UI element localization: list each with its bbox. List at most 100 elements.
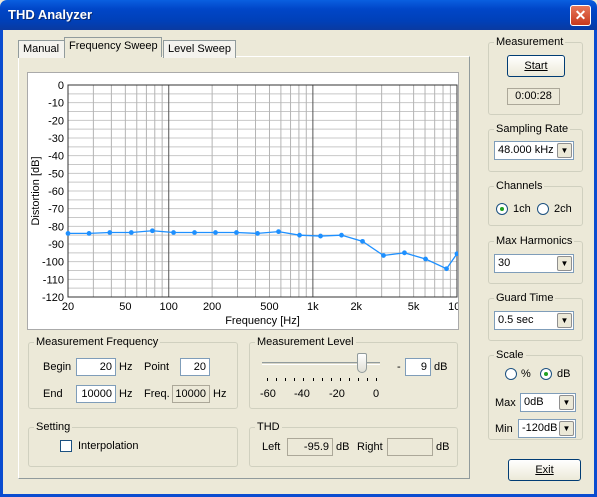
thd-right-readout: [387, 438, 433, 456]
channel-2ch-radio[interactable]: [537, 203, 549, 215]
interpolation-checkbox[interactable]: [60, 440, 72, 452]
scale-max-label: Max: [495, 397, 516, 409]
tab-frequency-sweep[interactable]: Frequency Sweep: [64, 37, 162, 57]
slider-tick: [303, 378, 305, 381]
data-point: [128, 230, 134, 235]
scale-max-value: 0dB: [524, 396, 544, 408]
channel-1ch-radio[interactable]: [496, 203, 508, 215]
sampling-rate-value: 48.000 kHz: [498, 144, 554, 156]
begin-label: Begin: [43, 361, 72, 373]
channel-1ch-label: 1ch: [513, 203, 531, 215]
x-tick-label: 20: [62, 301, 74, 313]
thd-title: THD: [255, 421, 282, 433]
tab-manual-label: Manual: [23, 43, 60, 55]
scale-max-select[interactable]: 0dB ▼: [520, 393, 576, 412]
tab-frequency-sweep-label: Frequency Sweep: [69, 40, 158, 52]
x-tick-label: 500: [260, 301, 278, 313]
y-tick-label: -30: [48, 133, 64, 145]
tab-level-sweep[interactable]: Level Sweep: [163, 40, 236, 58]
begin-input[interactable]: 20: [76, 358, 116, 376]
slider-tick: [330, 378, 332, 381]
y-tick-label: -110: [43, 274, 64, 286]
measurement-frequency-title: Measurement Frequency: [34, 336, 161, 348]
chevron-down-icon: ▼: [557, 256, 572, 271]
channel-2ch-label: 2ch: [554, 203, 572, 215]
data-point: [192, 230, 197, 235]
scale-min-value: -120dB: [522, 422, 558, 434]
x-tick-label: 100: [160, 301, 178, 313]
tab-level-sweep-label: Level Sweep: [168, 43, 231, 55]
distortion-chart: 0 -10 -20 -30 -40 -50 -60 -70 -80 -90 -100 -110 -120…: [30, 80, 466, 327]
begin-unit: Hz: [119, 361, 133, 373]
y-tick-label: -60: [48, 186, 64, 198]
interpolation-label: Interpolation: [78, 440, 139, 452]
end-label: End: [43, 388, 63, 400]
freq-readout: 10000: [172, 385, 210, 403]
y-tick-label: -90: [48, 239, 64, 251]
freq-unit: Hz: [213, 388, 227, 400]
y-tick-label: -10: [48, 98, 64, 110]
guard-time-title: Guard Time: [494, 292, 556, 304]
max-harmonics-select[interactable]: 30 ▼: [494, 254, 574, 273]
data-point: [107, 230, 113, 235]
thd-left-readout: -95.9: [287, 438, 333, 456]
data-point: [149, 228, 155, 234]
level-scale-label: -20: [329, 388, 345, 400]
data-point: [381, 253, 386, 258]
point-input[interactable]: 20: [180, 358, 210, 376]
slider-tick: [285, 378, 287, 381]
scale-min-select[interactable]: -120dB ▼: [518, 419, 576, 438]
plot-area: 0 -10 -20 -30 -40 -50 -60 -70 -80 -90 -100 -110 -120…: [27, 72, 466, 330]
thd-left-unit: dB: [336, 441, 350, 453]
guard-time-value: 0.5 sec: [498, 314, 534, 326]
y-tick-label: -80: [48, 221, 64, 233]
data-point: [360, 238, 365, 244]
slider-tick: [267, 378, 268, 381]
scale-db-label: dB: [557, 368, 571, 380]
point-label: Point: [144, 361, 170, 373]
tab-manual[interactable]: Manual: [18, 40, 65, 58]
slider-tick: [312, 378, 314, 381]
data-point: [65, 231, 71, 236]
exit-button[interactable]: Exit: [508, 459, 581, 481]
scale-percent-radio[interactable]: [505, 368, 517, 380]
data-point: [444, 266, 449, 272]
y-tick-label: -50: [48, 168, 64, 180]
y-tick-label: -20: [48, 115, 64, 127]
data-point: [339, 232, 344, 238]
sampling-rate-select[interactable]: 48.000 kHz ▼: [494, 141, 574, 160]
slider-tick: [339, 378, 341, 381]
slider-tick: [294, 378, 296, 381]
level-scale-label: -60: [260, 388, 276, 400]
slider-tick: [376, 378, 378, 381]
data-point: [171, 230, 176, 235]
x-tick-label: 1k: [307, 301, 319, 313]
level-sign: -: [397, 361, 401, 373]
y-tick-label: -40: [48, 151, 64, 163]
data-point: [297, 232, 302, 238]
x-tick-label: 10k: [448, 301, 458, 313]
thd-right-unit: dB: [436, 441, 450, 453]
scale-min-label: Min: [495, 423, 513, 435]
level-slider-thumb[interactable]: [357, 353, 368, 373]
data-point: [423, 256, 428, 262]
chevron-down-icon: ▼: [559, 395, 574, 410]
end-input[interactable]: 10000: [76, 385, 116, 403]
max-harmonics-title: Max Harmonics: [494, 235, 575, 247]
close-icon: ✕: [574, 7, 587, 23]
window-title: THD Analyzer: [8, 7, 93, 22]
y-axis-label: Distortion [dB]: [30, 156, 42, 225]
level-input[interactable]: 9: [405, 358, 431, 376]
guard-time-select[interactable]: 0.5 sec ▼: [494, 311, 574, 330]
thd-left-label: Left: [262, 441, 281, 453]
close-button[interactable]: ✕: [570, 5, 591, 26]
window-border-left: [0, 30, 3, 497]
scale-title: Scale: [494, 349, 526, 361]
setting-title: Setting: [34, 421, 73, 433]
x-axis-label: Frequency [Hz]: [225, 315, 300, 327]
data-point: [276, 229, 281, 235]
scale-db-radio[interactable]: [540, 368, 552, 380]
start-button[interactable]: Start: [507, 55, 565, 77]
level-scale-label: 0: [373, 388, 380, 400]
level-scale-label: -40: [294, 388, 310, 400]
